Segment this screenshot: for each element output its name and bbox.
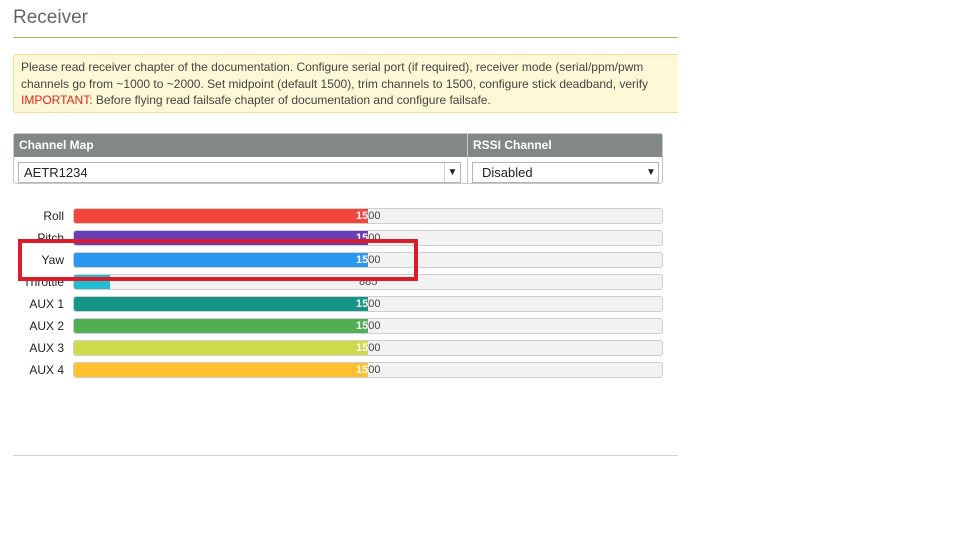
channel-value-overlay: 1500: [356, 210, 368, 222]
channel-value: 885: [359, 276, 378, 288]
channel-label: AUX 1: [29, 297, 64, 311]
channel-value-overlay: 1500: [356, 364, 368, 376]
channel-bar-fill: [74, 297, 368, 311]
channel-row: AUX 4 15001500: [0, 362, 664, 378]
title-divider: [13, 37, 678, 38]
rssi-channel-header: RSSI Channel: [468, 134, 662, 157]
bottom-divider: [13, 455, 678, 456]
channel-bar: 15001500: [73, 318, 663, 334]
important-label: IMPORTANT:: [21, 93, 93, 107]
channel-row: AUX 1 15001500: [0, 296, 664, 312]
channel-map-value: AETR1234: [24, 165, 88, 180]
dropdown-arrow-icon: ▼: [444, 163, 460, 182]
channel-value-overlay: 1500: [356, 320, 368, 332]
channel-row: Pitch 15001500: [0, 230, 664, 246]
channel-bar: 15001500: [73, 296, 663, 312]
channel-label: Throttle: [23, 275, 64, 289]
channel-label: AUX 2: [29, 319, 64, 333]
channel-value-overlay: 1500: [356, 342, 368, 354]
channel-label: Pitch: [37, 231, 64, 245]
channel-map-header: Channel Map: [14, 134, 467, 157]
channel-bar-fill: [74, 341, 368, 355]
channel-map-select[interactable]: AETR1234 ▼: [18, 162, 461, 183]
channel-row: AUX 3 15001500: [0, 340, 664, 356]
channel-bar-fill: [74, 209, 368, 223]
channel-value-overlay: 1500: [356, 298, 368, 310]
channel-bar-fill: [74, 319, 368, 333]
channel-label: Yaw: [41, 253, 64, 267]
channel-row: Yaw 15001500: [0, 252, 664, 268]
channel-bar: 15001500: [73, 252, 663, 268]
channel-bar: 15001500: [73, 230, 663, 246]
page-title: Receiver: [13, 7, 88, 28]
channel-bar-fill: [74, 275, 110, 289]
info-note: Please read receiver chapter of the docu…: [13, 54, 678, 113]
channel-label: AUX 4: [29, 363, 64, 377]
note-line-2: channels go from ~1000 to ~2000. Set mid…: [21, 76, 649, 91]
channel-value-overlay: 1500: [356, 254, 368, 266]
note-line-3-text: Before flying read failsafe chapter of d…: [92, 93, 491, 107]
channel-map-panel: Channel Map AETR1234 ▼: [13, 133, 467, 184]
channel-bar: 15001500: [73, 362, 663, 378]
channel-label: AUX 3: [29, 341, 64, 355]
receiver-tab-content: Receiver Please read receiver chapter of…: [0, 0, 678, 540]
rssi-channel-panel: RSSI Channel Disabled ▼: [467, 133, 663, 184]
channel-bar: 885: [73, 274, 663, 290]
channel-bar-fill: [74, 231, 368, 245]
channel-bar: 15001500: [73, 340, 663, 356]
channel-bar-fill: [74, 253, 368, 267]
channel-bar: 15001500: [73, 208, 663, 224]
rssi-channel-value: Disabled: [482, 165, 533, 180]
channel-row: Roll 15001500: [0, 208, 664, 224]
channel-row: Throttle 885: [0, 274, 664, 290]
dropdown-arrow-icon: ▼: [646, 167, 656, 178]
channel-value-overlay: 1500: [356, 232, 368, 244]
channel-bar-fill: [74, 363, 368, 377]
note-line-3: IMPORTANT: Before flying read failsafe c…: [21, 92, 678, 109]
rssi-channel-select[interactable]: Disabled ▼: [472, 162, 659, 183]
channel-label: Roll: [43, 209, 64, 223]
channel-row: AUX 2 15001500: [0, 318, 664, 334]
note-line-1: Please read receiver chapter of the docu…: [21, 60, 644, 74]
